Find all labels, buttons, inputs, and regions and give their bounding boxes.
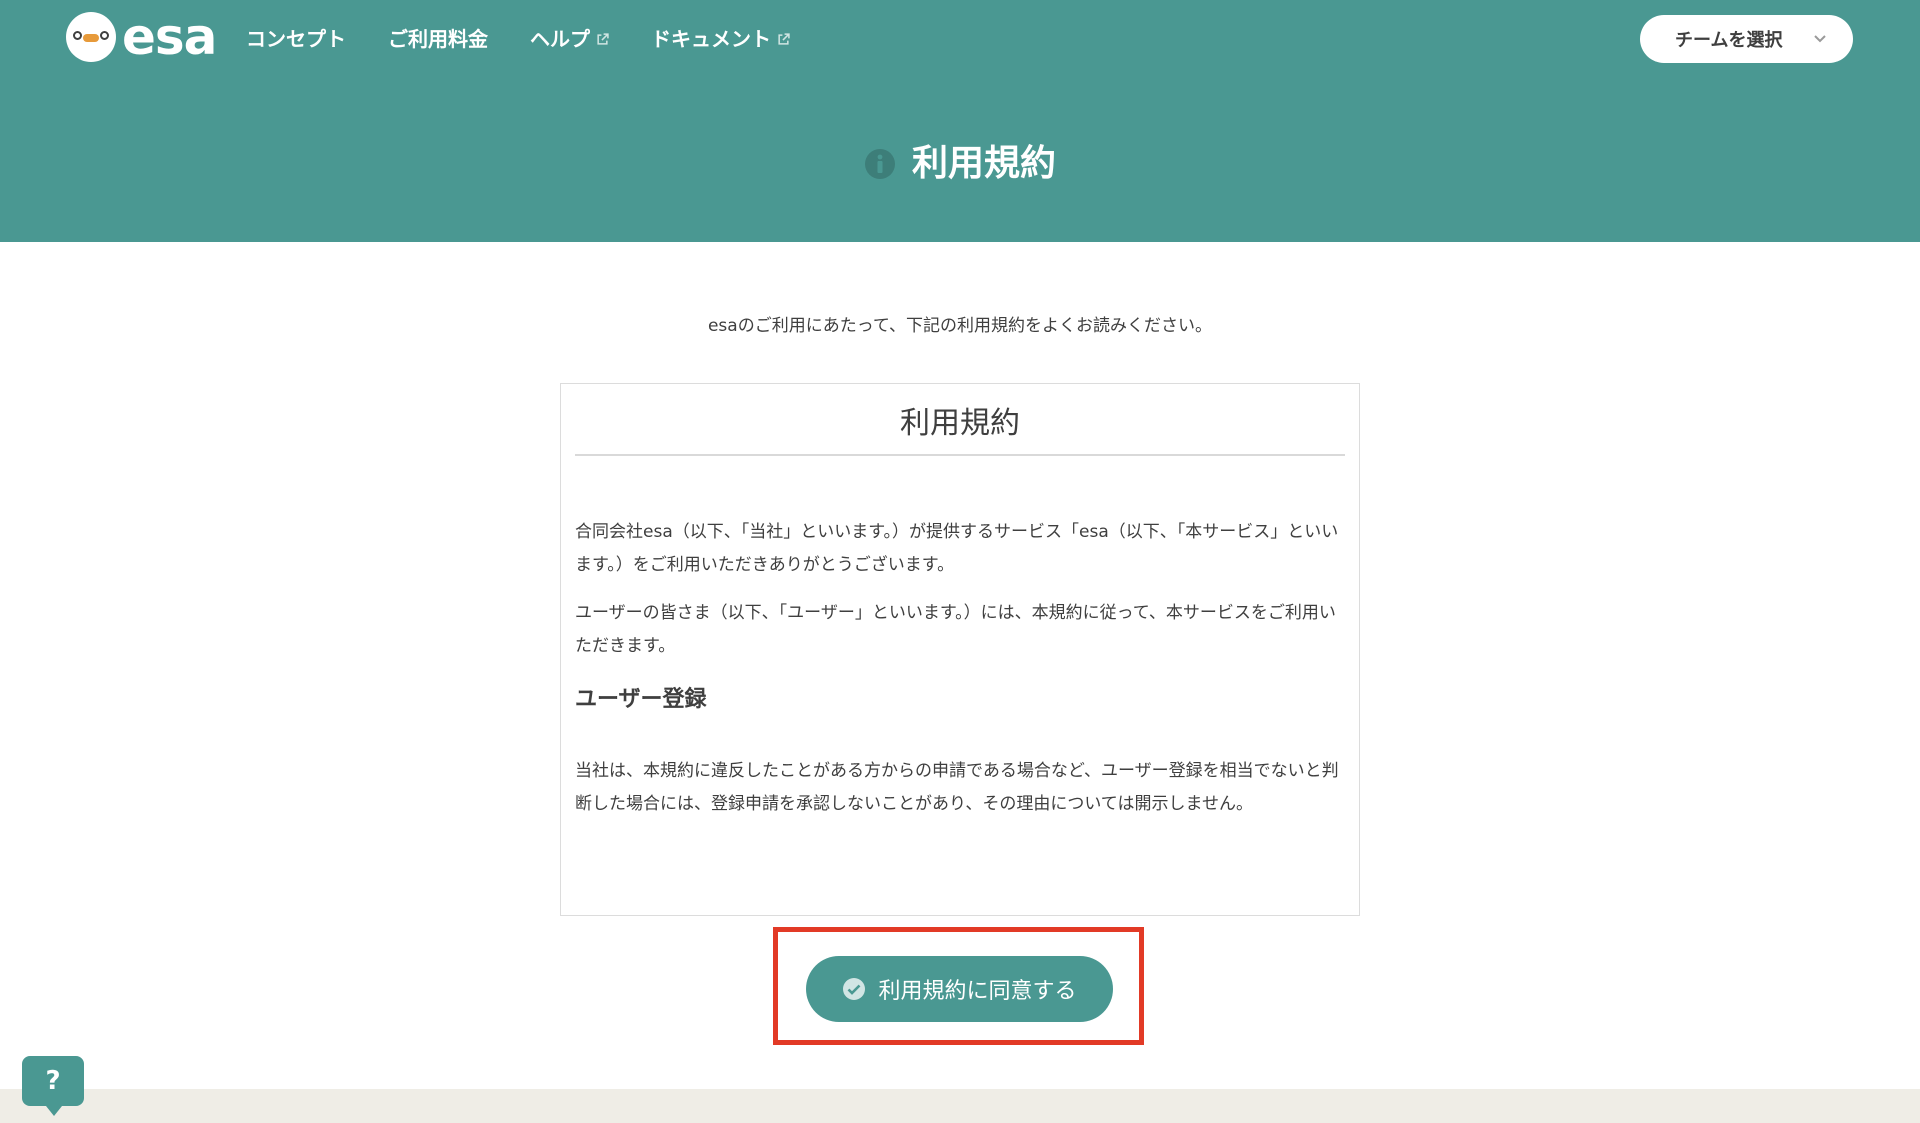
top-nav: esa コンセプト ご利用料金 ヘルプ ドキュメント チームを選択 [0,0,1920,78]
info-icon [864,149,895,179]
agree-button-label: 利用規約に同意する [878,979,1077,1004]
esa-owl-icon [66,12,116,62]
terms-paragraph: 合同会社esa（以下、「当社」といいます。）が提供するサービス「esa（以下、「… [575,522,1339,575]
terms-body: 合同会社esa（以下、「当社」といいます。）が提供するサービス「esa（以下、「… [575,516,1345,836]
terms-paragraph: 当社は、本規約に違反したことがある方からの申請である場合など、ユーザー登録を相当… [575,761,1339,814]
terms-title: 利用規約 [575,404,1345,456]
logo-text: esa [122,8,217,66]
nav-link-help[interactable]: ヘルプ [530,24,609,54]
esa-logo[interactable]: esa [66,8,217,66]
team-select-dropdown[interactable]: チームを選択 [1640,15,1853,63]
page-title: 利用規約 [0,140,1920,188]
check-circle-icon [843,978,866,1000]
external-link-icon [778,32,790,45]
chevron-down-icon [1814,35,1826,43]
intro-text: esaのご利用にあたって、下記の利用規約をよくお読みください。 [707,316,1213,336]
page-title-text: 利用規約 [911,143,1056,184]
terms-box: 利用規約 合同会社esa（以下、「当社」といいます。）が提供するサービス「esa… [560,383,1360,916]
nav-links: コンセプト ご利用料金 ヘルプ ドキュメント [246,24,832,54]
team-select-label: チームを選択 [1675,30,1783,51]
terms-section-heading: ユーザー登録 [575,687,707,712]
nav-link-concept[interactable]: コンセプト [246,24,346,54]
help-question-icon: ? [45,1066,61,1096]
nav-link-documents[interactable]: ドキュメント [651,24,790,54]
terms-paragraph: ユーザーの皆さま（以下、「ユーザー」といいます。）には、本規約に従って、本サービ… [575,603,1336,656]
nav-link-pricing[interactable]: ご利用料金 [388,24,488,54]
header-banner: esa コンセプト ご利用料金 ヘルプ ドキュメント チームを選択 利用規約 [0,0,1920,242]
agree-terms-button[interactable]: 利用規約に同意する [806,956,1113,1022]
footer-strip [0,1089,1920,1123]
external-link-icon [597,32,609,45]
help-button[interactable]: ? [22,1056,84,1116]
